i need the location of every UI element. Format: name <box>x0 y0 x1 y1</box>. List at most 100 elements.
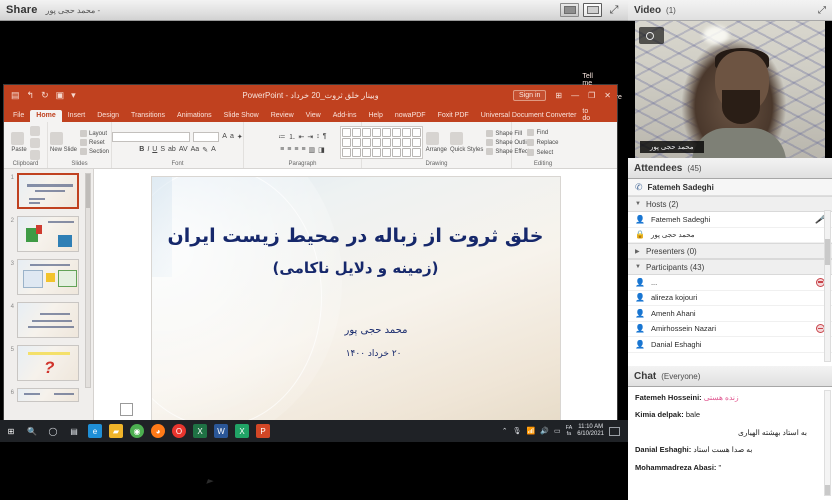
excel-doc-icon[interactable]: X <box>235 424 249 438</box>
paste-button[interactable]: Paste <box>11 132 26 153</box>
tab-transitions[interactable]: Transitions <box>125 110 171 122</box>
minimize-button[interactable]: — <box>571 92 579 100</box>
cortana-icon[interactable]: ◯ <box>46 424 60 438</box>
increase-indent-icon[interactable]: ⇥ <box>307 133 313 141</box>
attendee-row[interactable]: 🔒 محمد حجی پور <box>628 228 832 244</box>
tab-animations[interactable]: Animations <box>171 110 218 122</box>
attendees-scrollbar[interactable] <box>824 210 831 362</box>
tab-universal-document-converter[interactable]: Universal Document Converter <box>475 110 583 122</box>
numbering-icon[interactable]: ⒈ <box>288 132 295 142</box>
attendee-row[interactable]: 👤 Danial Eshaghi <box>628 337 832 353</box>
restore-button[interactable]: ❐ <box>588 92 595 100</box>
thumbnail-slide-1[interactable] <box>17 173 79 209</box>
thumbnail-scrollbar-knob[interactable] <box>86 174 90 208</box>
tab-review[interactable]: Review <box>265 110 300 122</box>
thumbnail-row[interactable]: 4 <box>7 302 93 338</box>
clock[interactable]: 11:10 AM 6/10/2021 <box>577 424 604 439</box>
microphone-icon[interactable]: 🎙 <box>513 427 522 435</box>
tab-nowapdf[interactable]: nowaPDF <box>389 110 432 122</box>
show-hidden-icons[interactable]: ⌃ <box>502 427 508 435</box>
increase-font-size-icon[interactable]: A <box>222 133 227 140</box>
chat-scrollbar-knob[interactable] <box>825 485 830 495</box>
share-view-button-1[interactable] <box>560 3 579 17</box>
text-shadow-icon[interactable]: S <box>160 146 165 153</box>
attendee-row[interactable]: 👤 Fatemeh Sadeghi 🎤 <box>628 212 832 228</box>
columns-icon[interactable]: ▥ <box>309 146 316 154</box>
shapes-gallery[interactable] <box>340 126 423 159</box>
sign-in-button[interactable]: Sign in <box>513 90 546 101</box>
opera-icon[interactable]: O <box>172 424 186 438</box>
tab-help[interactable]: Help <box>362 110 388 122</box>
italic-icon[interactable]: I <box>147 146 149 153</box>
font-size-combo[interactable] <box>193 132 219 142</box>
battery-icon[interactable]: ▭ <box>554 427 561 435</box>
video-frame[interactable]: محمد حجی پور <box>628 21 832 158</box>
thumbnail-slide-4[interactable] <box>17 302 79 338</box>
chat-scrollbar[interactable] <box>824 390 831 496</box>
close-button[interactable]: ✕ <box>604 92 611 100</box>
cut-icon[interactable] <box>30 126 40 136</box>
task-view-icon[interactable]: ▤ <box>67 424 81 438</box>
search-icon[interactable]: 🔍 <box>25 424 39 438</box>
decrease-font-size-icon[interactable]: a <box>230 133 234 140</box>
current-slide[interactable]: خلق ثروت از زباله در محیط زیست ایران (زم… <box>151 176 561 421</box>
language-indicator[interactable]: FA fa <box>566 425 573 437</box>
convert-to-smartart-icon[interactable]: ◨ <box>318 146 325 154</box>
slide-subtitle-text[interactable]: (زمینه و دلایل ناکامی) <box>152 259 560 277</box>
decrease-indent-icon[interactable]: ⇤ <box>298 133 304 141</box>
replace-button[interactable]: Replace <box>527 139 558 146</box>
new-slide-button[interactable]: New Slide <box>50 132 77 153</box>
attendee-row[interactable]: 👤 alireza kojouri <box>628 291 832 307</box>
section-button[interactable]: Section <box>80 148 109 155</box>
ribbon-display-options-icon[interactable]: ⊞ <box>555 92 562 100</box>
thumbnail-slide-2[interactable] <box>17 216 79 252</box>
file-explorer-icon[interactable]: ▰ <box>109 424 123 438</box>
underline-icon[interactable]: U <box>152 146 157 153</box>
share-view-button-2[interactable] <box>583 3 602 17</box>
copy-icon[interactable] <box>30 138 40 148</box>
slide-author-text[interactable]: محمد حجی پور <box>345 325 408 336</box>
attendee-row[interactable]: 👤 ... <box>628 275 832 291</box>
slide-date-text[interactable]: ۲۰ خرداد ۱۴۰۰ <box>346 349 402 359</box>
tab-add-ins[interactable]: Add-ins <box>327 110 363 122</box>
chrome-icon[interactable]: ◉ <box>130 424 144 438</box>
find-button[interactable]: Find <box>527 129 558 136</box>
slide-editing-pane[interactable]: خلق ثروت از زباله در محیط زیست ایران (زم… <box>94 169 617 424</box>
strikethrough-icon[interactable]: ab <box>168 146 176 153</box>
thumbnail-row[interactable]: 5 ? <box>7 345 93 381</box>
group-header-participants[interactable]: ▼ Participants (43) <box>628 259 832 275</box>
thumbnail-slide-5[interactable]: ? <box>17 345 79 381</box>
thumbnail-row[interactable]: 1 <box>7 173 93 209</box>
thumbnail-row[interactable]: 2 <box>7 216 93 252</box>
redo-icon[interactable]: ↻ <box>41 91 49 100</box>
edge-icon[interactable]: e <box>88 424 102 438</box>
volume-icon[interactable]: 🔊 <box>540 427 549 435</box>
group-header-hosts[interactable]: ▼ Hosts (2) <box>628 196 832 212</box>
line-spacing-icon[interactable]: ↕ <box>316 133 320 140</box>
firefox-icon[interactable]: ◕ <box>151 424 165 438</box>
font-color-icon[interactable]: A <box>211 146 216 153</box>
bullets-icon[interactable]: ≔ <box>278 133 285 141</box>
tab-file[interactable]: File <box>7 110 30 122</box>
attendees-scrollbar-knob[interactable] <box>825 239 830 265</box>
undo-icon[interactable]: ↰ <box>27 91 35 100</box>
font-name-combo[interactable] <box>112 132 190 142</box>
center-icon[interactable]: ≡ <box>287 146 291 153</box>
thumbnail-slide-3[interactable] <box>17 259 79 295</box>
customize-qat-icon[interactable]: ▾ <box>71 91 76 100</box>
text-highlight-color-icon[interactable]: ✎ <box>202 146 208 154</box>
word-app-icon[interactable]: W <box>214 424 228 438</box>
share-fullscreen-button[interactable]: ⤢ <box>606 3 622 17</box>
layout-button[interactable]: Layout <box>80 130 109 137</box>
group-header-presenters[interactable]: ▶ Presenters (0) <box>628 243 832 259</box>
attendee-row[interactable]: 👤 Amirhossein Nazari <box>628 322 832 338</box>
tab-home[interactable]: Home <box>30 110 61 122</box>
clear-formatting-icon[interactable]: ✦ <box>237 133 243 141</box>
action-center-icon[interactable] <box>609 427 620 436</box>
format-painter-icon[interactable] <box>30 150 40 160</box>
quick-styles-button[interactable]: Quick Styles <box>450 132 483 153</box>
change-case-icon[interactable]: Aa <box>191 146 200 153</box>
arrange-button[interactable]: Arrange <box>426 132 447 153</box>
slide-title-text[interactable]: خلق ثروت از زباله در محیط زیست ایران <box>152 222 560 251</box>
powerpoint-app-icon[interactable]: P <box>256 424 270 438</box>
